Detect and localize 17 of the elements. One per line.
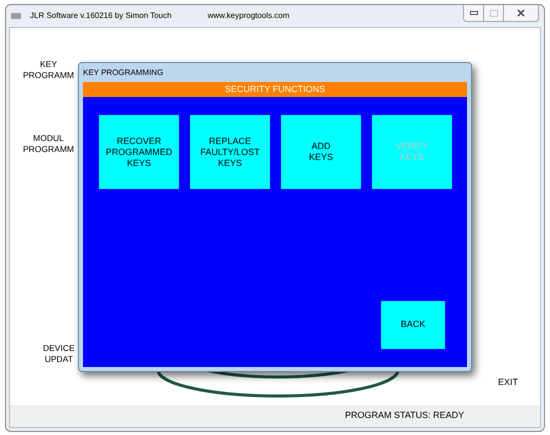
header-text: SECURITY FUNCTIONS	[224, 82, 326, 96]
function-button[interactable]: ADD KEYS	[281, 115, 361, 189]
exit-button[interactable]: EXIT	[498, 376, 518, 390]
function-button[interactable]: REPLACE FAULTY/LOST KEYS	[190, 115, 270, 189]
menu-button[interactable]: MODUL PROGRAMM	[23, 133, 74, 155]
dialog-title: KEY PROGRAMMING	[83, 66, 164, 78]
app-icon	[11, 13, 21, 19]
website-text: www.keyprogtools.com	[208, 10, 290, 22]
close-icon	[517, 9, 525, 17]
maximize-icon	[490, 10, 498, 16]
function-button[interactable]: RECOVER PROGRAMMED KEYS	[99, 115, 179, 189]
menu-button[interactable]: DEVICE UPDAT	[43, 343, 75, 365]
back-button[interactable]: BACK	[381, 301, 445, 349]
status-text: PROGRAM STATUS: READY	[345, 409, 464, 422]
menu-button[interactable]: KEY PROGRAMM	[23, 59, 74, 81]
window-title: JLR Software v.160216 by Simon Touch	[30, 10, 172, 22]
minimize-icon	[470, 11, 478, 15]
